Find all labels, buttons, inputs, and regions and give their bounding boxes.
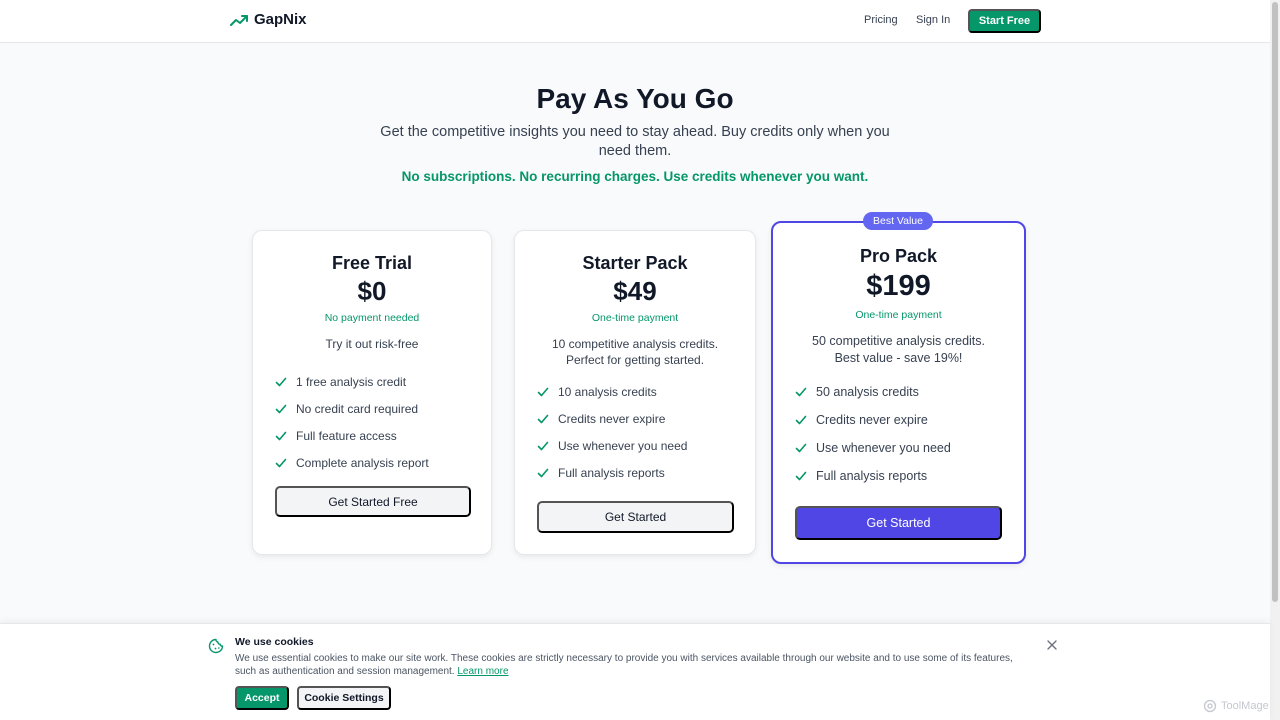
top-navigation: GapNix Pricing Sign In Start Free [0, 0, 1270, 43]
plan-feature: Use whenever you need [537, 432, 687, 459]
plan-feature: 1 free analysis credit [275, 368, 429, 395]
plan-feature-text: Full feature access [296, 428, 397, 443]
learn-more-link[interactable]: Learn more [457, 666, 508, 677]
plan-feature-text: Credits never expire [816, 413, 928, 427]
scrollbar-thumb[interactable] [1272, 2, 1278, 602]
plan-feature: Credits never expire [795, 406, 951, 434]
check-icon [795, 443, 807, 453]
plan-feature: Full analysis reports [537, 459, 687, 486]
check-icon [275, 431, 287, 440]
nav-link-sign-in[interactable]: Sign In [916, 14, 950, 26]
plan-payment-note: One-time payment [591, 312, 679, 324]
plan-card-pro-pack: Pro Pack $199 One-time payment 50 compet… [771, 221, 1026, 564]
plan-feature-text: Complete analysis report [296, 455, 429, 470]
cookie-settings-button[interactable]: Cookie Settings [297, 686, 391, 710]
get-started-free-button[interactable]: Get Started Free [275, 486, 471, 517]
start-free-button[interactable]: Start Free [968, 9, 1041, 33]
plan-price: $199 [866, 270, 931, 302]
plan-price: $0 [357, 276, 387, 306]
plan-feature-text: Full analysis reports [558, 465, 665, 480]
plan-title: Pro Pack [859, 246, 938, 266]
plan-title: Free Trial [331, 253, 413, 273]
watermark-text: ToolMage [1221, 700, 1269, 712]
plan-feature-text: Credits never expire [558, 411, 666, 426]
plan-card-free-trial: Free Trial $0 No payment needed Try it o… [252, 230, 492, 555]
watermark-logo-icon [1203, 699, 1217, 713]
page-subtitle: Get the competitive insights you need to… [380, 124, 890, 159]
plan-feature-text: No credit card required [296, 401, 419, 416]
plan-feature-text: 50 analysis credits [816, 385, 919, 399]
check-icon [795, 471, 807, 481]
plan-feature-text: Use whenever you need [558, 438, 688, 453]
plan-feature-text: Use whenever you need [816, 441, 951, 455]
plan-feature: Credits never expire [537, 405, 687, 432]
plan-feature-list: 50 analysis credits Credits never expire… [795, 378, 951, 490]
brand-logo-link[interactable]: GapNix [230, 11, 307, 28]
plan-feature: No credit card required [275, 395, 429, 422]
nav-link-pricing[interactable]: Pricing [864, 14, 898, 26]
plan-feature: 10 analysis credits [537, 378, 687, 405]
plan-feature-list: 1 free analysis credit No credit card re… [275, 368, 429, 476]
cookie-banner-body: We use essential cookies to make our sit… [235, 653, 1013, 677]
plan-feature-text: 1 free analysis credit [296, 374, 407, 389]
page-title: Pay As You Go [536, 83, 734, 114]
brand-name: GapNix [254, 11, 307, 28]
plan-feature-text: 10 analysis credits [558, 384, 657, 399]
plan-feature: Full analysis reports [795, 462, 951, 490]
check-icon [275, 404, 287, 413]
trending-up-icon [230, 14, 248, 26]
plan-feature-text: Full analysis reports [816, 469, 928, 483]
plan-description: 10 competitive analysis credits. Perfect… [551, 337, 719, 367]
watermark: ToolMage [1203, 699, 1269, 713]
check-icon [275, 377, 287, 386]
pricing-note: No subscriptions. No recurring charges. … [401, 169, 869, 184]
plan-feature: Complete analysis report [275, 449, 429, 476]
cookie-icon [208, 638, 224, 654]
cookie-banner-title: We use cookies [235, 636, 314, 648]
check-icon [795, 415, 807, 425]
plan-card-starter-pack: Starter Pack $49 One-time payment 10 com… [514, 230, 756, 555]
plan-feature-list: 10 analysis credits Credits never expire… [537, 378, 687, 486]
check-icon [537, 414, 549, 423]
best-value-badge: Best Value [863, 212, 933, 230]
accept-cookies-button[interactable]: Accept [235, 686, 289, 710]
plan-title: Starter Pack [582, 253, 688, 273]
check-icon [537, 468, 549, 477]
plan-price: $49 [613, 276, 657, 306]
check-icon [537, 441, 549, 450]
cookie-banner: We use cookies We use essential cookies … [0, 623, 1270, 720]
cookie-banner-text: We use essential cookies to make our sit… [235, 652, 1025, 678]
check-icon [795, 387, 807, 397]
get-started-starter-button[interactable]: Get Started [537, 501, 734, 533]
plan-description: 50 competitive analysis credits. Best va… [812, 334, 985, 365]
close-icon[interactable] [1046, 639, 1058, 651]
plan-feature: Full feature access [275, 422, 429, 449]
check-icon [537, 387, 549, 396]
plan-description: Try it out risk-free [325, 337, 419, 351]
plan-feature: 50 analysis credits [795, 378, 951, 406]
plan-payment-note: One-time payment [855, 309, 942, 321]
get-started-pro-button[interactable]: Get Started [795, 506, 1002, 540]
plan-payment-note: No payment needed [324, 312, 420, 324]
plan-feature: Use whenever you need [795, 434, 951, 462]
check-icon [275, 458, 287, 467]
page-scrollbar[interactable] [1270, 0, 1280, 720]
